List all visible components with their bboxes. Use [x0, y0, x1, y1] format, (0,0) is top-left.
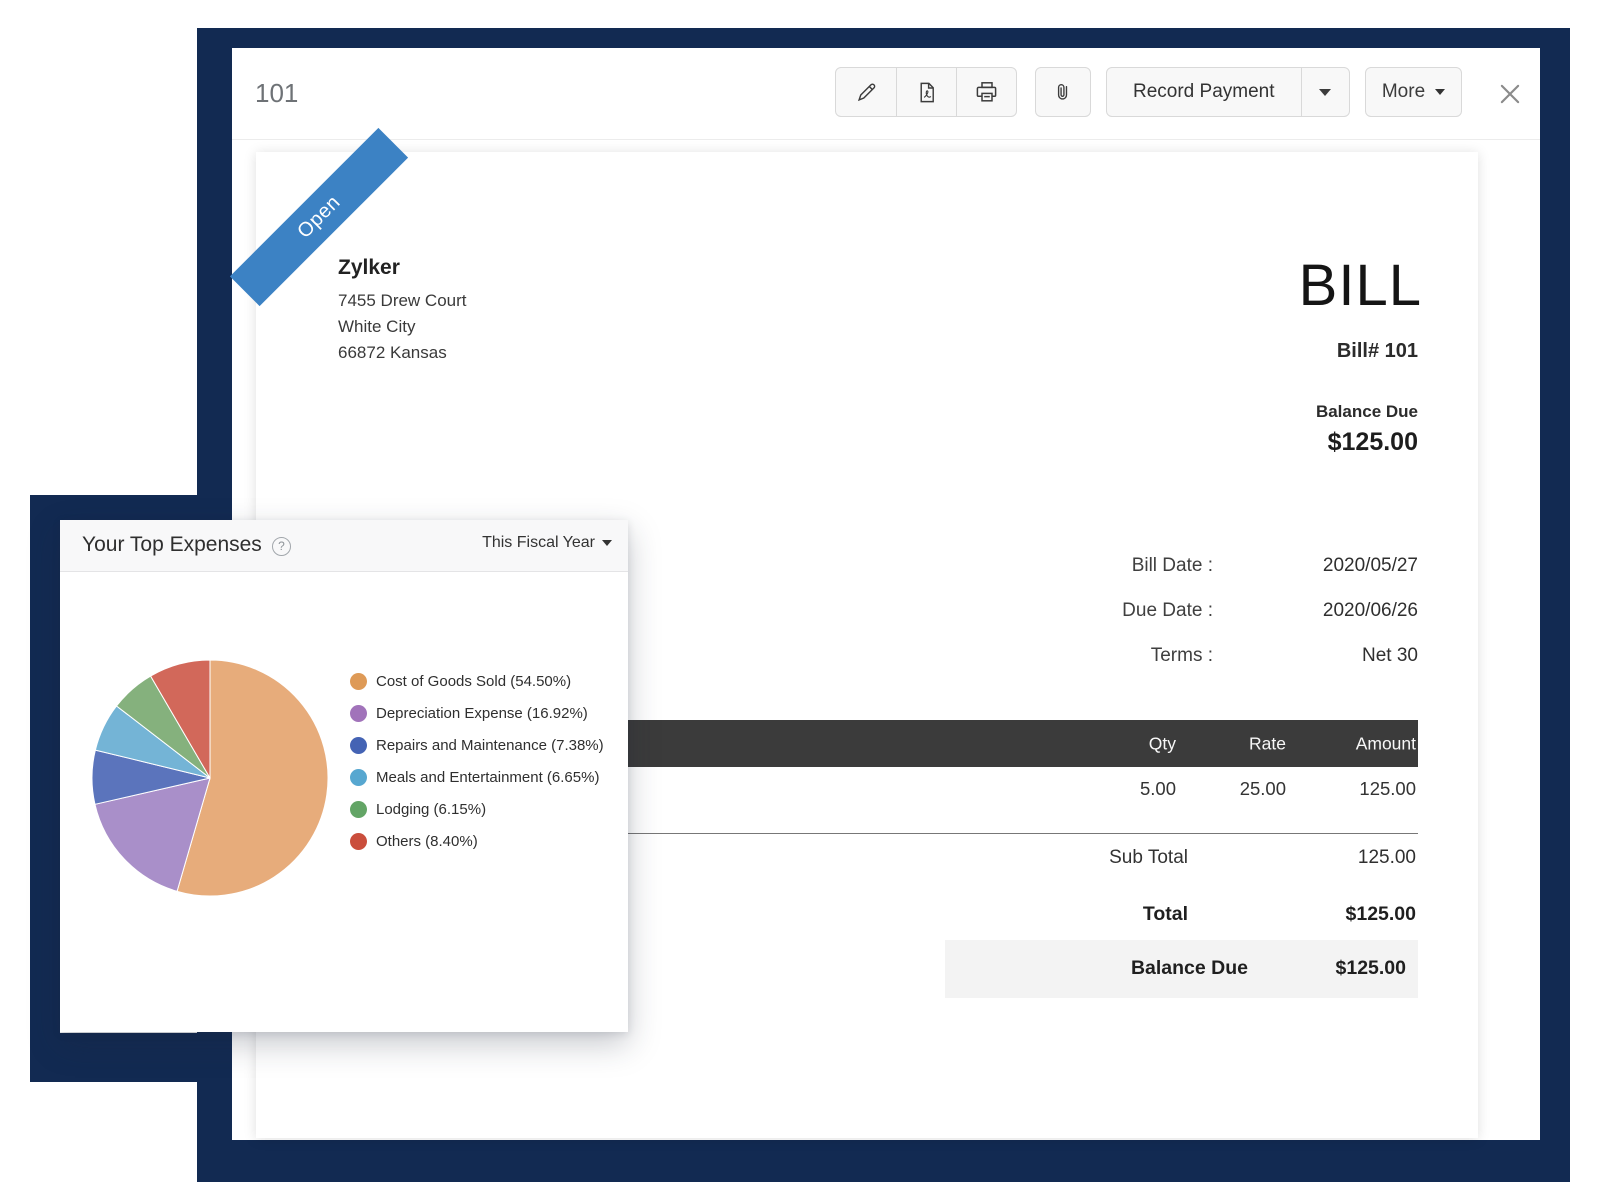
legend-item[interactable]: Depreciation Expense (16.92%): [350, 704, 604, 722]
chevron-down-icon: [602, 540, 612, 546]
legend-dot: [350, 705, 367, 722]
legend-item[interactable]: Repairs and Maintenance (7.38%): [350, 736, 604, 754]
line-item-cell: 25.00: [1240, 778, 1286, 800]
document-type-title: BILL: [1299, 252, 1422, 319]
legend-item[interactable]: Lodging (6.15%): [350, 800, 604, 818]
chevron-down-icon: [1319, 89, 1331, 96]
attachment-paperclip-icon: [1052, 81, 1074, 103]
legend-label: Repairs and Maintenance (7.38%): [376, 737, 604, 754]
print-button[interactable]: [956, 68, 1016, 116]
total-value: $125.00: [1346, 903, 1417, 926]
due-date-label: Due Date :: [1122, 600, 1213, 622]
close-button[interactable]: [1490, 74, 1530, 114]
legend-label: Meals and Entertainment (6.65%): [376, 769, 599, 786]
expenses-pie-chart[interactable]: [90, 658, 330, 898]
sub-total-value: 125.00: [1358, 847, 1416, 869]
close-x-icon: [1497, 81, 1523, 107]
balance-due-row-value: $125.00: [1336, 957, 1407, 980]
bill-number: Bill# 101: [1337, 340, 1418, 363]
legend-label: Lodging (6.15%): [376, 801, 486, 818]
expenses-legend: Cost of Goods Sold (54.50%) Depreciation …: [350, 672, 604, 864]
pdf-button[interactable]: [896, 68, 956, 116]
legend-dot: [350, 833, 367, 850]
decor-card-frame-left: [30, 495, 60, 1082]
line-item-cell: 125.00: [1359, 778, 1416, 800]
bill-date-label: Bill Date :: [1132, 555, 1213, 577]
balance-due-row-label: Balance Due: [1131, 957, 1248, 980]
vendor-name: Zylker: [338, 256, 400, 280]
legend-label: Depreciation Expense (16.92%): [376, 705, 588, 722]
toolbar: 101: [232, 48, 1540, 140]
edit-button[interactable]: [836, 68, 896, 116]
balance-due-row: Balance Due $125.00: [945, 940, 1418, 998]
terms-label: Terms :: [1151, 645, 1213, 667]
vendor-address: 7455 Drew Court White City 66872 Kansas: [338, 288, 467, 366]
period-selector-dropdown[interactable]: This Fiscal Year: [482, 534, 612, 552]
print-icon: [975, 80, 999, 104]
balance-due-value: $125.00: [1328, 428, 1418, 457]
attachment-button[interactable]: [1035, 67, 1091, 117]
period-selector-label: This Fiscal Year: [482, 534, 595, 552]
column-header: Qty: [1149, 733, 1176, 754]
legend-item[interactable]: Cost of Goods Sold (54.50%): [350, 672, 604, 690]
record-payment-button-group: Record Payment: [1106, 67, 1350, 117]
legend-dot: [350, 801, 367, 818]
top-expenses-header: Your Top Expenses ? This Fiscal Year: [60, 520, 628, 572]
column-header: Amount: [1356, 733, 1416, 754]
more-button-label: More: [1382, 81, 1425, 103]
edit-pencil-icon: [855, 81, 878, 104]
legend-dot: [350, 673, 367, 690]
terms-value: Net 30: [1362, 645, 1418, 667]
legend-item[interactable]: Others (8.40%): [350, 832, 604, 850]
total-label: Total: [1143, 903, 1188, 926]
vendor-address-line: White City: [338, 314, 467, 340]
export-pdf-icon: [915, 81, 938, 104]
record-payment-dropdown-button[interactable]: [1301, 68, 1349, 116]
vendor-address-line: 7455 Drew Court: [338, 288, 467, 314]
column-header: Rate: [1249, 733, 1286, 754]
chevron-down-icon: [1435, 89, 1445, 95]
top-expenses-title: Your Top Expenses: [82, 533, 262, 557]
document-number: 101: [255, 78, 298, 109]
help-icon[interactable]: ?: [272, 537, 291, 556]
legend-item[interactable]: Meals and Entertainment (6.65%): [350, 768, 604, 786]
top-expenses-widget: Your Top Expenses ? This Fiscal Year Cos…: [60, 520, 628, 1032]
page: 101: [0, 0, 1600, 1200]
line-item-cell: 5.00: [1140, 778, 1176, 800]
due-date-value: 2020/06/26: [1323, 600, 1418, 622]
record-payment-button[interactable]: Record Payment: [1107, 68, 1301, 116]
legend-label: Cost of Goods Sold (54.50%): [376, 673, 571, 690]
vendor-address-line: 66872 Kansas: [338, 340, 467, 366]
balance-due-label: Balance Due: [1316, 402, 1418, 422]
toolbar-icon-group: [835, 67, 1017, 117]
legend-dot: [350, 769, 367, 786]
legend-label: Others (8.40%): [376, 833, 478, 850]
more-button[interactable]: More: [1365, 67, 1462, 117]
legend-dot: [350, 737, 367, 754]
sub-total-label: Sub Total: [1109, 847, 1188, 869]
bill-date-value: 2020/05/27: [1323, 555, 1418, 577]
